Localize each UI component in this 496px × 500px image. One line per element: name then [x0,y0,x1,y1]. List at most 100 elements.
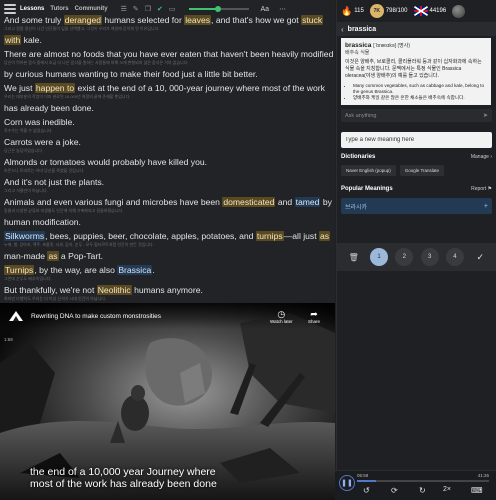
text-line: But thankfully, we're not Neolithic huma… [4,284,332,302]
font-size-button[interactable]: Aa [261,6,270,13]
nav-lessons[interactable]: Lessons [20,6,44,12]
new-meaning-field[interactable] [341,132,492,148]
text-line-content: man-made as a Pop-Tart. [4,250,332,262]
selected-word[interactable]: Silkworms [4,231,46,241]
reading-progress-slider[interactable] [188,6,249,12]
highlighted-word[interactable]: with [4,35,22,45]
uk-flag-icon[interactable] [413,6,428,16]
dictionary-naver-button[interactable]: Naver English (popup) [341,165,396,176]
chevron-left-icon[interactable]: ‹ [341,25,344,34]
add-meaning-icon[interactable]: + [484,203,488,210]
list-icon[interactable]: ☰ [121,5,127,13]
edit-icon[interactable]: ✎ [133,5,139,13]
manage-dictionaries-button[interactable]: Manage › [471,154,492,160]
text-segment[interactable]: humans anymore. [132,285,203,295]
text-segment[interactable]: human modification. [4,217,81,227]
bookmark-icon[interactable]: ▭ [169,5,176,13]
text-segment[interactable]: Carrots were a joke. [4,137,81,147]
translation-line: 당근은 농담이었습니다. [4,148,44,153]
share-button[interactable]: ➦ Share [308,309,320,324]
text-segment[interactable]: . [152,265,154,275]
highlighted-word[interactable]: leaves [184,15,212,25]
avatar[interactable] [452,4,466,18]
streak-count: 115 [354,8,364,14]
video-timestamp-badge: 1:58 [4,337,13,342]
ask-field[interactable]: ➤ [341,109,492,122]
text-segment[interactable]: exist at the end of a 10, 000-year journ… [75,83,325,93]
status-1-button[interactable]: 1 [369,248,388,266]
player-progress-fill [357,480,377,482]
translation-line: 하지만 다행히도 우리는 더 이상 신석기 시대 인간이 아닙니다. [4,296,107,301]
new-meaning-input[interactable] [345,137,488,143]
highlighted-word[interactable]: turnips [255,231,284,241]
video-title[interactable]: Rewriting DNA to make custom monstrositi… [31,313,161,320]
highlighted-word[interactable]: deranged [63,15,103,25]
text-segment[interactable]: , by the way, are also [34,265,117,275]
text-segment[interactable]: , and that's how we got [211,15,301,25]
word-example-item: Many common vegetables, such as cabbage … [353,83,487,95]
level-badge[interactable]: 7K [369,4,384,18]
text-line: human modification. [4,216,332,228]
text-segment[interactable]: —all just [284,231,319,241]
speed-icon[interactable]: 2× [443,486,451,493]
highlighted-word[interactable]: as [47,251,59,261]
text-segment[interactable]: has already been done. [4,103,94,113]
channel-logo-icon[interactable] [6,309,26,323]
stats-bar: 🔥 115 7K 798/100 44196 [337,0,496,22]
highlighted-word[interactable]: domesticated [222,197,276,207]
text-segment[interactable]: And some truly [4,15,64,25]
text-line-content: Almonds or tomatoes would probably have … [4,156,332,168]
highlighted-word[interactable]: stuck [301,15,324,25]
selected-word[interactable]: tamed [294,197,321,207]
video-player[interactable]: Rewriting DNA to make custom monstrositi… [0,303,335,500]
dictionary-google-button[interactable]: Google Translate [399,165,445,176]
text-segment[interactable]: There are almost no foods that you have … [4,49,333,59]
pause-button[interactable]: ❚❚ [339,475,355,491]
text-segment[interactable]: by [320,197,332,207]
popular-meaning-item[interactable]: 브라시카 + [341,198,492,214]
status-2-button[interactable]: 2 [395,248,414,266]
text-segment[interactable]: And it's not just the plants. [4,177,104,187]
highlighted-word[interactable]: happen to [34,83,76,93]
forward-icon[interactable]: ↻ [419,486,426,495]
text-line: Carrots were a joke. 당근은 농담이었습니다. [4,136,332,154]
send-icon[interactable]: ➤ [483,112,488,119]
text-segment[interactable]: , bees, puppies, beer, chocolate, apples… [45,231,256,241]
report-button[interactable]: Report ⚑ [471,186,492,192]
text-segment[interactable]: man-made [4,251,47,261]
check-icon[interactable]: ✔ [157,5,163,13]
watch-later-button[interactable]: ◷ Watch later [270,309,293,324]
known-check-icon[interactable]: ✓ [471,248,489,266]
copy-icon[interactable]: ❐ [145,5,151,13]
status-4-button[interactable]: 4 [445,248,464,266]
highlighted-word[interactable]: Neolithic [96,285,132,295]
highlighted-word[interactable]: Turnips [4,265,35,275]
total-time: 41:26 [477,473,489,478]
highlighted-word[interactable]: as [319,231,331,241]
loop-icon[interactable]: ⟳ [391,486,398,495]
text-segment[interactable]: and [275,197,294,207]
text-line: by curious humans wanting to make their … [4,68,332,80]
selected-word[interactable]: Brassica [117,265,153,275]
nav-community[interactable]: Community [75,6,108,12]
text-segment[interactable]: Animals and even various fungi and micro… [4,197,222,207]
player-progress-track[interactable] [357,480,489,482]
share-icon: ➦ [310,309,318,319]
text-segment[interactable]: Almonds or tomatoes would probably have … [4,157,207,167]
nav-tutors[interactable]: Tutors [50,6,68,12]
text-segment[interactable]: by curious humans wanting to make their … [4,69,258,79]
status-3-button[interactable]: 3 [420,248,439,266]
text-segment[interactable]: But thankfully, we're not [4,285,97,295]
trash-icon[interactable]: 🗑 [345,248,363,266]
ask-input[interactable] [345,112,483,119]
text-segment[interactable]: humans selected for [102,15,184,25]
text-segment[interactable]: kale. [21,35,42,45]
more-options-icon[interactable]: ⋯ [279,5,286,13]
text-line-content: Carrots were a joke. [4,136,332,148]
captions-icon[interactable]: ⌨ [471,486,483,495]
menu-icon[interactable] [4,4,16,14]
text-segment[interactable]: We just [4,83,35,93]
rewind-icon[interactable]: ↺ [363,486,370,495]
text-segment[interactable]: a Pop-Tart. [59,251,103,261]
text-segment[interactable]: Corn was inedible. [4,117,75,127]
